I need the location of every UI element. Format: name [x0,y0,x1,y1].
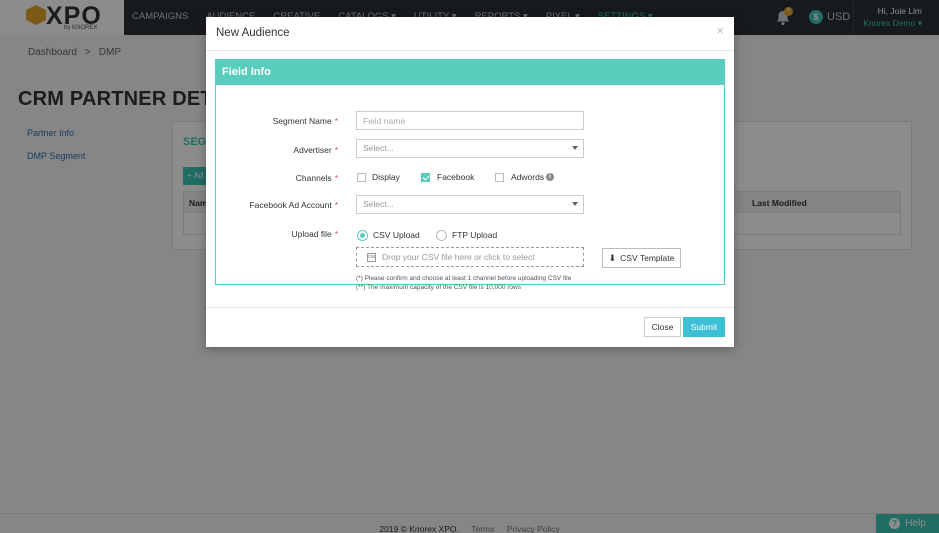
caret-down-icon [572,202,578,206]
advertiser-select[interactable]: Select... [356,139,584,158]
csv-template-button[interactable]: ⬇ CSV Template [602,248,681,268]
advertiser-label: Advertiser * [293,145,338,155]
csv-dropzone[interactable]: csv Drop your CSV file here or click to … [356,247,584,267]
dropzone-text: Drop your CSV file here or click to sele… [382,252,535,262]
ftp-upload-radio[interactable] [436,230,447,241]
advertiser-value: Select... [363,143,394,153]
modal-footer-divider [206,307,734,308]
channels-label: Channels * [295,173,338,183]
info-icon[interactable]: i [546,173,554,181]
csv-template-label: CSV Template [620,253,675,263]
display-label[interactable]: Display [372,172,400,182]
upload-note-1: (*) Please confirm and choose at least 1… [356,275,572,282]
new-audience-modal: New Audience × Field Info Segment Name * … [206,17,734,347]
fb-account-value: Select... [363,199,394,209]
submit-button[interactable]: Submit [683,317,725,337]
display-checkbox[interactable] [357,173,366,182]
segment-name-label: Segment Name * [272,116,338,126]
fb-account-select[interactable]: Select... [356,195,584,214]
file-icon: csv [367,252,376,262]
download-icon: ⬇ [608,252,617,263]
upload-note-2: (**) The maximum capacity of the CSV fil… [356,284,521,291]
facebook-label[interactable]: Facebook [437,172,474,182]
ftp-upload-label[interactable]: FTP Upload [452,230,497,240]
section-title: Field Info [216,60,724,85]
segment-name-input[interactable] [356,111,584,130]
close-icon[interactable]: × [716,23,724,38]
caret-down-icon [572,146,578,150]
facebook-checkbox[interactable] [421,173,430,182]
csv-upload-label[interactable]: CSV Upload [373,230,420,240]
adwords-label[interactable]: Adwords [511,172,544,182]
csv-upload-radio[interactable] [357,230,368,241]
field-info-section: Field Info Segment Name* Advertiser* Sel… [215,59,725,291]
adwords-checkbox[interactable] [495,173,504,182]
modal-divider [206,50,734,51]
upload-file-label: Upload file * [291,229,338,239]
close-button[interactable]: Close [644,317,681,337]
fb-account-label: Facebook Ad Account * [249,200,338,210]
modal-title: New Audience [216,27,290,39]
